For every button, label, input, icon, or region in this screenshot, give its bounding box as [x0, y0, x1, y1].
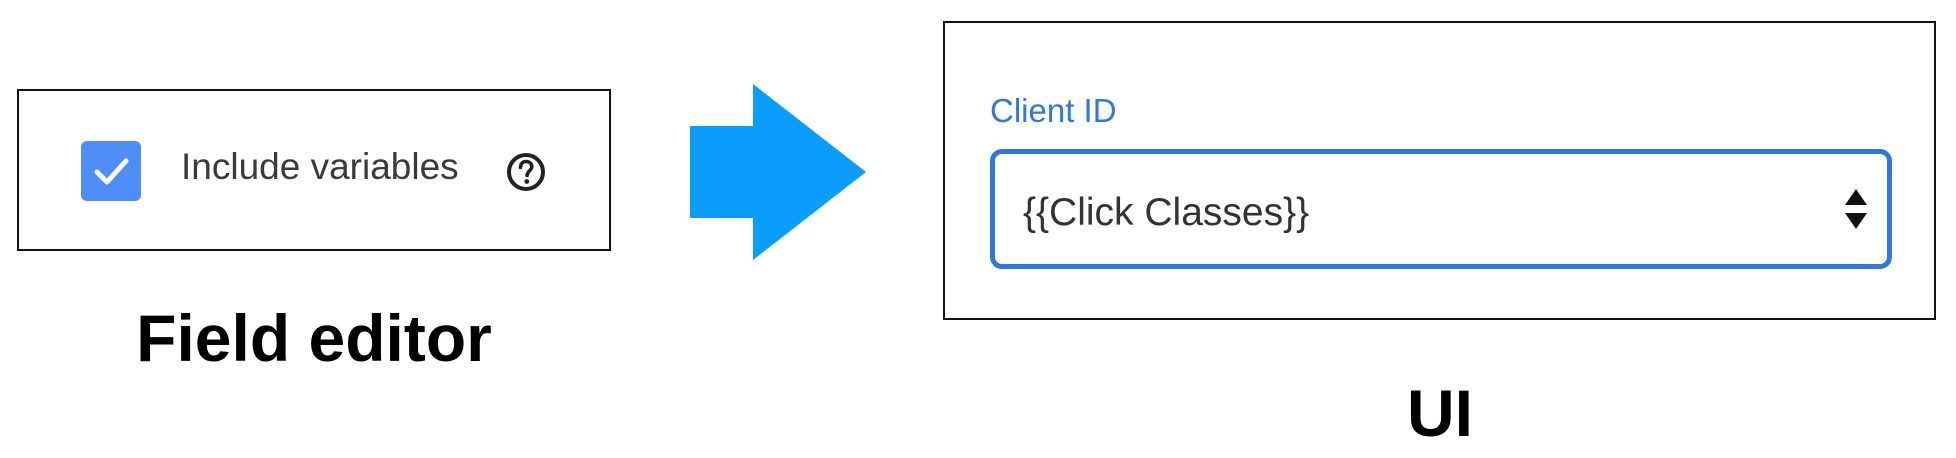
sort-arrows-icon[interactable]	[1843, 187, 1869, 231]
question-circle-icon[interactable]	[505, 151, 547, 193]
checkbox-label: Include variables	[181, 146, 459, 187]
right-arrow-icon	[690, 84, 866, 260]
client-id-select[interactable]: {{Click Classes}}	[990, 149, 1892, 269]
include-variables-checkbox[interactable]	[81, 141, 141, 201]
field-editor-panel: Include variables	[17, 89, 611, 251]
checkmark-icon	[94, 158, 129, 185]
ui-panel: Client ID {{Click Classes}}	[943, 21, 1936, 320]
client-id-label: Client ID	[990, 92, 1117, 129]
ui-caption: UI	[1407, 376, 1473, 450]
select-value: {{Click Classes}}	[1023, 191, 1310, 234]
field-editor-caption: Field editor	[136, 301, 492, 375]
